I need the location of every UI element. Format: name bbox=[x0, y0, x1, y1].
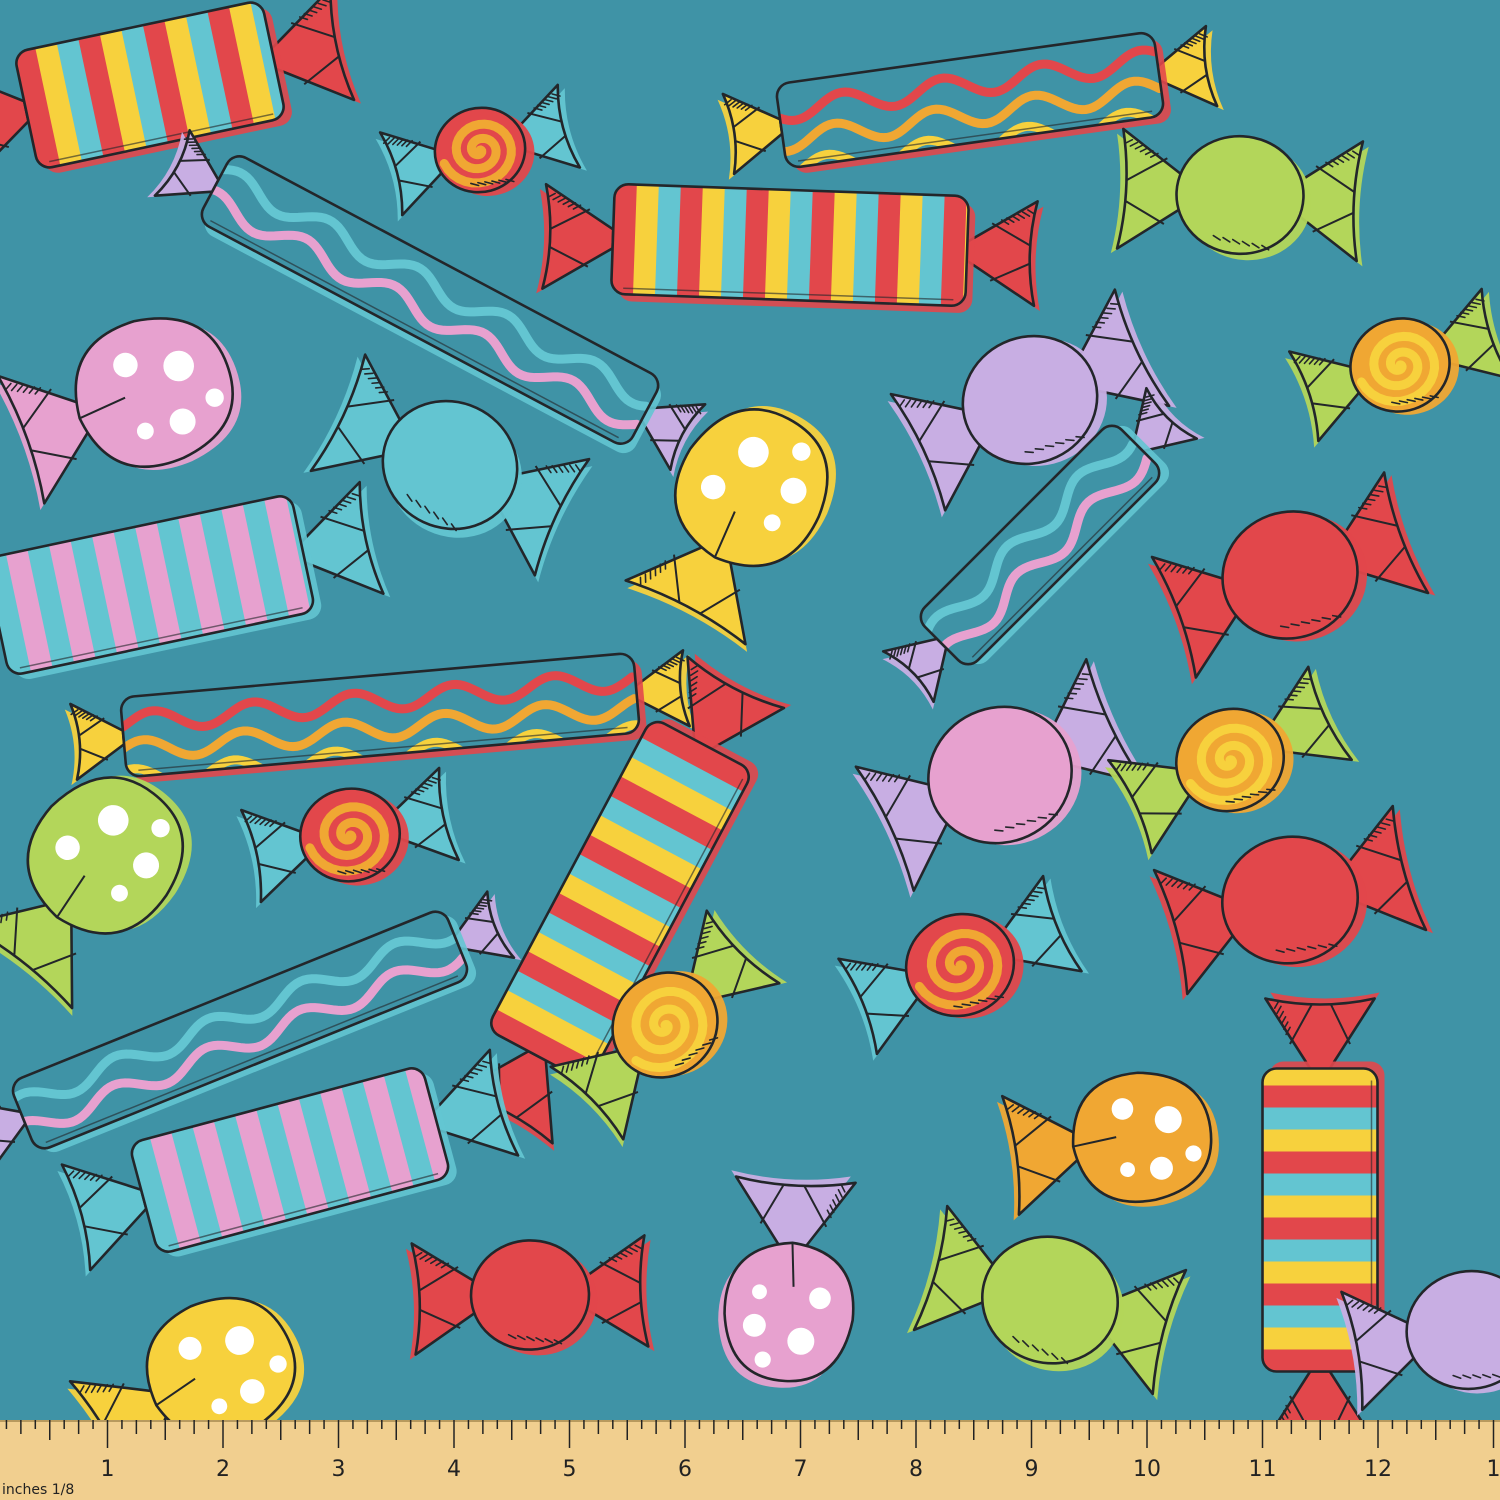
candy-bar bbox=[64, 649, 697, 786]
candy-round bbox=[1149, 804, 1434, 1001]
ruler-number: 4 bbox=[447, 1457, 461, 1482]
candy-round bbox=[1285, 287, 1500, 448]
measuring-ruler: 1 2 3 4 5 6 7 8 9 10 11 12 1inches 1/8 bbox=[0, 1420, 1500, 1500]
fabric-swatch: 1 2 3 4 5 6 7 8 9 10 11 12 1 inches 1/8 bbox=[0, 0, 1500, 1500]
candy-round bbox=[1104, 665, 1360, 861]
candy-round bbox=[834, 874, 1089, 1061]
ruler-number: 3 bbox=[332, 1457, 346, 1482]
ruler-number: 1 bbox=[101, 1457, 115, 1482]
candy-round bbox=[852, 657, 1152, 898]
ruler-number: 8 bbox=[909, 1457, 923, 1482]
candy-bar bbox=[0, 480, 391, 690]
candy-drop bbox=[0, 317, 242, 511]
candy-round bbox=[236, 766, 466, 909]
ruler-number: 2 bbox=[216, 1457, 230, 1482]
candy-drop bbox=[718, 1170, 857, 1388]
candy-pattern bbox=[0, 0, 1500, 1420]
ruler-number: 5 bbox=[563, 1457, 577, 1482]
ruler-number: 7 bbox=[794, 1457, 808, 1482]
ruler-unit-label: inches 1/8 bbox=[2, 1482, 74, 1498]
candy-round bbox=[405, 1234, 655, 1360]
ruler-number: 6 bbox=[678, 1457, 692, 1482]
ruler-number: 11 bbox=[1249, 1457, 1277, 1482]
candy-drop bbox=[0, 775, 192, 1016]
ruler-number: 12 bbox=[1364, 1457, 1392, 1482]
ruler-number: 9 bbox=[1025, 1457, 1039, 1482]
candy-round bbox=[1148, 471, 1436, 685]
ruler-number: 10 bbox=[1133, 1457, 1161, 1482]
candy-round bbox=[1110, 127, 1369, 267]
candy-bar bbox=[536, 182, 1044, 313]
candy-drop bbox=[67, 1296, 305, 1420]
candy-round bbox=[906, 1204, 1191, 1401]
ruler-number: 1 bbox=[1487, 1457, 1500, 1482]
candy-drop bbox=[997, 1071, 1219, 1221]
